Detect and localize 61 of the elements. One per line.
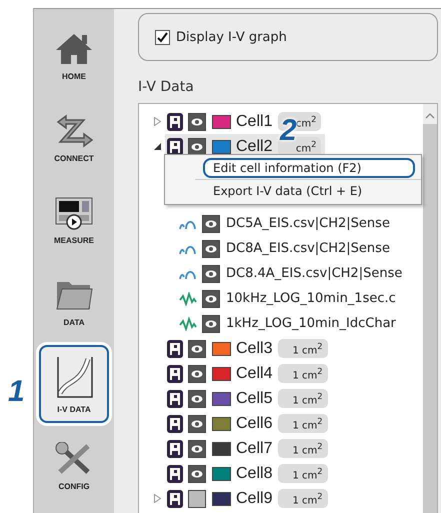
waveform-icon [179,316,197,330]
eye-icon[interactable] [188,440,206,458]
house-icon [54,32,94,66]
file-name: 10kHz_LOG_10min_1sec.c [226,291,396,306]
eye-icon[interactable] [202,264,220,282]
eye-icon[interactable] [202,214,220,232]
section-title: I-V Data [138,79,195,95]
menu-item[interactable]: Export I-V data (Ctrl + E) [203,181,415,201]
eye-icon[interactable] [202,290,220,308]
cell-name: Cell1 [236,112,272,130]
checkbox-label: Display I-V graph [176,30,287,44]
collapse-arrow-icon[interactable] [154,143,160,150]
cell-name: Cell6 [236,414,272,432]
cell-name: Cell5 [236,390,272,408]
menu-item[interactable]: Edit cell information (F2) [203,158,415,178]
cell-name: Cell3 [236,340,272,358]
cell-name: Cell4 [236,364,272,382]
toggle-box[interactable] [188,490,206,508]
expand-arrow-icon[interactable] [154,117,160,126]
save-icon[interactable] [167,440,183,458]
nav-button[interactable]: MEASURE [41,179,107,261]
cell-name: Cell7 [236,440,272,458]
eye-icon[interactable] [202,314,220,332]
step-number: 1 [8,375,25,409]
file-name: 1kHz_LOG_10min_IdcChar [226,316,396,331]
nav-button[interactable]: CONFIG [41,425,107,507]
eye-icon[interactable] [188,414,206,432]
cell-name: Cell2 [236,138,272,156]
eye-icon[interactable] [188,364,206,382]
eye-icon[interactable] [188,390,206,408]
graph-checkbox[interactable]: Display I-V graph [155,30,287,44]
scrollbar[interactable] [423,104,437,513]
save-icon[interactable] [167,390,183,408]
cell-name: Cell9 [236,490,272,508]
step-number: 2 [280,114,297,147]
save-icon[interactable] [167,414,183,432]
save-icon[interactable] [167,490,183,508]
nav-button[interactable]: I-V DATA [39,345,109,423]
save-icon[interactable] [167,364,183,382]
eye-icon[interactable] [188,340,206,358]
checkbox[interactable] [155,30,170,44]
eye-icon[interactable] [188,112,206,130]
arrows-icon [54,114,94,148]
nav-button[interactable]: HOME [41,15,107,97]
waveform-icon [179,292,197,306]
save-icon[interactable] [167,138,183,156]
scroll-up-icon[interactable] [425,112,435,120]
nav-button[interactable]: DATA [41,261,107,343]
save-icon[interactable] [167,464,183,482]
eye-icon[interactable] [188,138,206,156]
eye-icon[interactable] [202,240,220,258]
save-icon[interactable] [167,112,183,130]
instrument-icon [54,196,94,230]
file-name: DC8A_EIS.csv|CH2|Sense [226,241,390,256]
expand-arrow-icon[interactable] [154,494,160,503]
file-name: DC5A_EIS.csv|CH2|Sense [226,216,390,231]
save-icon[interactable] [167,340,183,358]
eye-icon[interactable] [188,464,206,482]
nav-button[interactable]: CONNECT [41,97,107,179]
file-name: DC8.4A_EIS.csv|CH2|Sense [226,266,402,281]
cell-name: Cell8 [236,464,272,482]
